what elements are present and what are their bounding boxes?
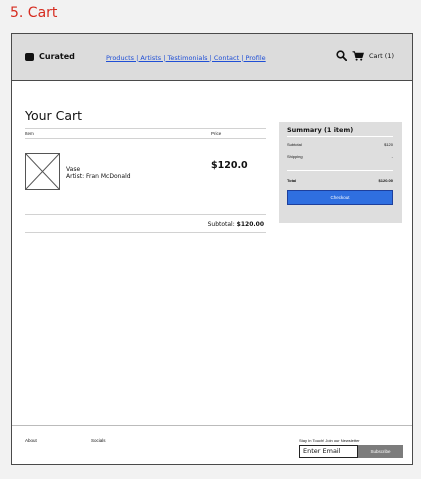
footer-about-link[interactable]: About: [25, 438, 37, 443]
cart-link[interactable]: Cart (1): [369, 52, 394, 60]
page-title: 5. Cart: [10, 5, 58, 21]
summary-subtotal-label: Subtotal: [287, 142, 302, 147]
product-artist: Artist: Fran McDonald: [66, 173, 131, 180]
divider: [25, 214, 266, 215]
subscribe-button[interactable]: Subscribe: [358, 445, 403, 458]
footer-divider: [12, 425, 412, 426]
order-summary: Summary (1 item) Subtotal $120 Shipping …: [279, 122, 402, 223]
product-name[interactable]: Vase: [66, 166, 80, 173]
logo[interactable]: Curated: [25, 52, 75, 61]
column-header-item: Item: [25, 131, 34, 136]
summary-shipping-label: Shipping: [287, 154, 303, 159]
browser-frame: Curated Products | Artists | Testimonial…: [11, 33, 413, 465]
column-header-price: Price: [211, 131, 222, 136]
divider: [287, 170, 393, 171]
logo-text: Curated: [39, 52, 75, 61]
divider: [287, 136, 393, 137]
summary-title: Summary (1 item): [287, 126, 354, 134]
checkout-button[interactable]: Checkout: [287, 190, 393, 205]
divider: [25, 138, 266, 139]
summary-total-label: Total: [287, 178, 297, 183]
summary-shipping-row: Shipping -: [287, 154, 393, 159]
product-price: $120.0: [211, 160, 248, 171]
summary-shipping-value: -: [391, 154, 393, 159]
logo-icon: [25, 52, 34, 61]
product-image-placeholder: [25, 153, 60, 190]
nav-actions: Cart (1): [336, 50, 394, 61]
email-input[interactable]: Enter Email: [299, 445, 358, 458]
cart-heading: Your Cart: [25, 108, 83, 123]
footer-socials-link[interactable]: Socials: [91, 438, 106, 443]
subtotal-value: $120.00: [236, 221, 264, 228]
subtotal-label: Subtotal:: [207, 221, 235, 228]
cart-icon[interactable]: [352, 50, 364, 61]
cart-subtotal: Subtotal: $120.00: [208, 221, 264, 228]
summary-total-value: $120.00: [378, 178, 393, 183]
nav-links[interactable]: Products | Artists | Testimonials | Cont…: [106, 54, 266, 62]
search-icon[interactable]: [336, 50, 347, 61]
divider: [25, 128, 266, 129]
newsletter-label: Stay In Touch! Join our Newsletter: [299, 438, 360, 443]
navbar: Curated Products | Artists | Testimonial…: [12, 34, 412, 81]
summary-subtotal-value: $120: [384, 142, 393, 147]
divider: [25, 232, 266, 233]
summary-subtotal-row: Subtotal $120: [287, 142, 393, 147]
summary-total-row: Total $120.00: [287, 178, 393, 183]
